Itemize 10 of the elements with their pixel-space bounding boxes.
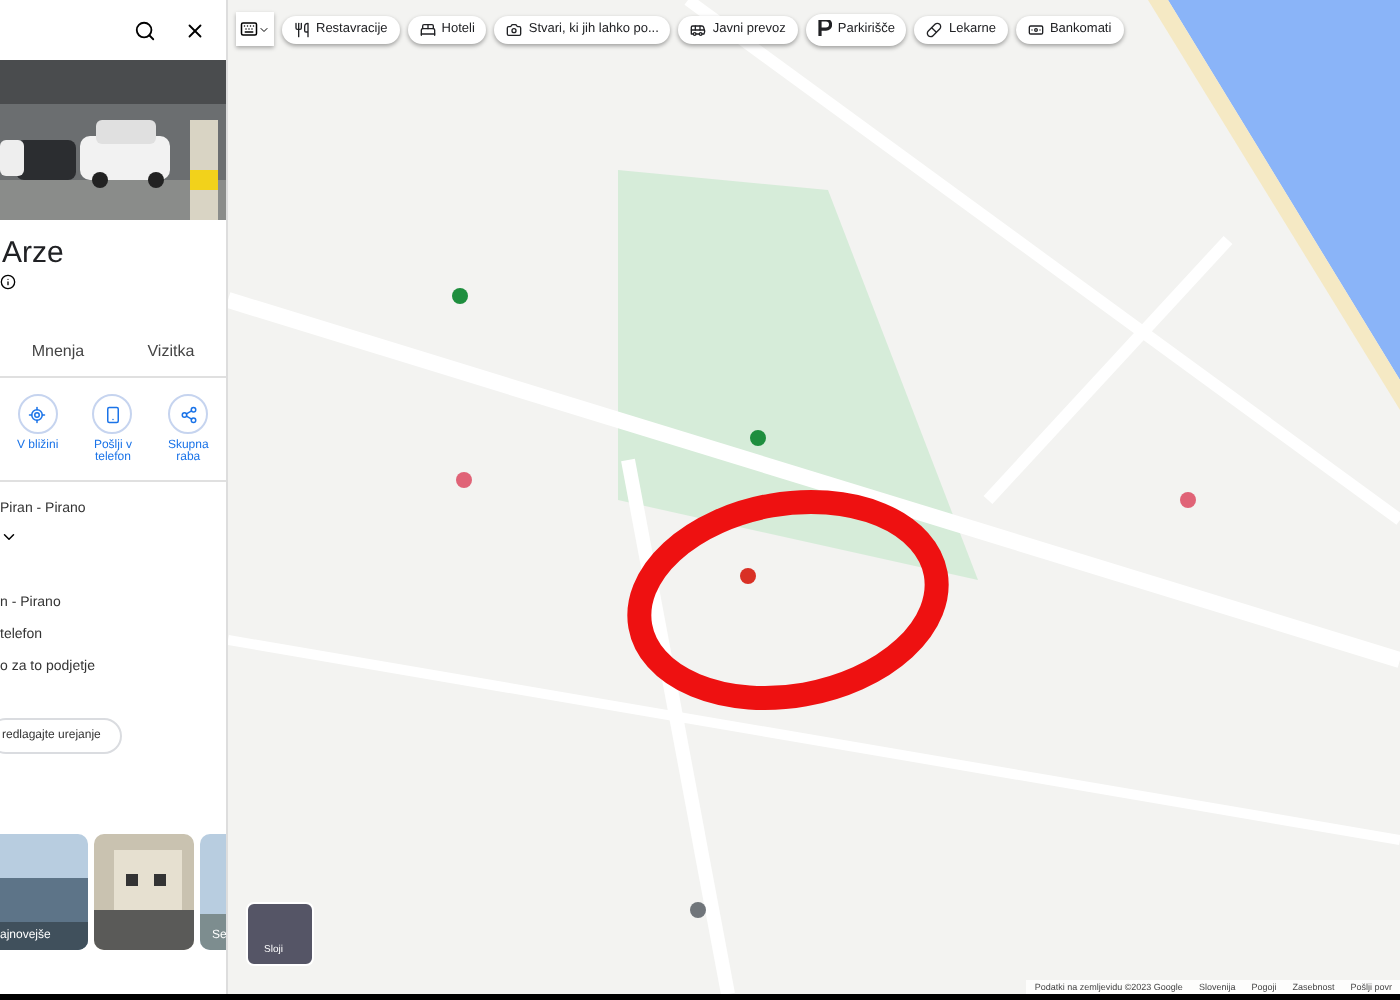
- search-icon[interactable]: [134, 19, 156, 41]
- nearby-icon: [28, 405, 47, 423]
- share-icon: [179, 405, 198, 423]
- phone-icon: [103, 405, 122, 423]
- place-title: Arze: [0, 234, 66, 274]
- tab[interactable]: Mnenja: [31, 342, 85, 360]
- info-icon[interactable]: [0, 274, 16, 290]
- chevron-down-icon[interactable]: [0, 528, 18, 546]
- close-icon[interactable]: [184, 19, 206, 41]
- tab[interactable]: Vizitka: [147, 342, 195, 360]
